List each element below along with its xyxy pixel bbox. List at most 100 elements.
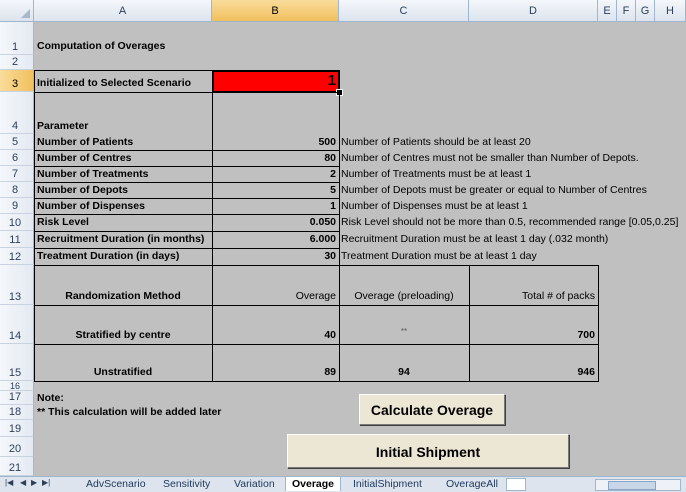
tab-sensitivity[interactable]: Sensitivity [157, 477, 216, 491]
scrollbar-thumb[interactable] [608, 481, 656, 490]
row-header-17[interactable]: 17 [0, 391, 34, 405]
tab-variation[interactable]: Variation [228, 477, 281, 491]
table-col-overage [212, 265, 340, 382]
table-row-preloading: 94 [398, 366, 410, 378]
row-header-11[interactable]: 11 [0, 231, 34, 248]
tab-advscenario[interactable]: AdvScenario [80, 477, 152, 491]
table-col-total [469, 265, 599, 382]
row-number: 6 [11, 152, 19, 164]
row-header-6[interactable]: 6 [0, 150, 34, 166]
row-header-1[interactable]: 1 [0, 22, 34, 55]
param-value[interactable]: 1 [212, 200, 338, 212]
row-number: 4 [11, 120, 19, 132]
param-note: Number of Patients should be at least 20 [341, 136, 531, 148]
table-row-overage: 40 [324, 329, 336, 341]
horizontal-scrollbar[interactable] [595, 479, 681, 491]
column-header-c[interactable]: C [339, 0, 469, 22]
column-header-d[interactable]: D [469, 0, 598, 22]
param-label: Risk Level [37, 216, 89, 228]
row-header-4[interactable]: 4 [0, 92, 34, 134]
param-label: Number of Centres [37, 152, 132, 164]
table-header-method: Randomization Method [65, 290, 181, 302]
param-value[interactable]: 2 [212, 168, 338, 180]
row-header-19[interactable]: 19 [0, 420, 34, 437]
param-value[interactable]: 6.000 [212, 233, 338, 245]
row-number: 12 [8, 251, 22, 263]
table-col-preloading [339, 265, 470, 382]
tab-overageall[interactable]: OverageAll [440, 477, 504, 491]
row-header-8[interactable]: 8 [0, 182, 34, 198]
column-header-h[interactable]: H [655, 0, 686, 22]
param-divider [34, 166, 340, 167]
param-value[interactable]: 500 [212, 136, 338, 148]
prev-sheet-icon[interactable]: ◀ [20, 478, 26, 487]
column-header-f[interactable]: F [617, 0, 636, 22]
row-number: 7 [11, 168, 19, 180]
row-header-16[interactable]: 16 [0, 381, 34, 391]
param-label: Recruitment Duration (in months) [37, 233, 205, 245]
note-label: Note: [37, 392, 64, 404]
param-value[interactable]: 0.050 [212, 216, 338, 228]
row-header-2[interactable]: 2 [0, 55, 34, 70]
calculate-overage-button[interactable]: Calculate Overage [359, 394, 505, 425]
row-number: 8 [11, 184, 19, 196]
param-note: Treatment Duration must be at least 1 da… [341, 250, 537, 262]
param-label: Number of Patients [37, 136, 134, 148]
row-header-21[interactable]: 21 [0, 457, 34, 476]
param-label: Treatment Duration (in days) [37, 250, 180, 262]
note-text: ** This calculation will be added later [37, 406, 222, 418]
row-header-15[interactable]: 15 [0, 344, 34, 381]
row-number: 9 [11, 200, 19, 212]
param-note: Number of Treatments must be at least 1 [341, 168, 532, 180]
row-number: 5 [11, 136, 19, 148]
table-row-total: 946 [577, 366, 595, 378]
param-divider [34, 198, 340, 199]
table-divider [34, 344, 599, 345]
param-value[interactable]: 5 [212, 184, 338, 196]
column-header-b[interactable]: B [212, 0, 339, 22]
row-header-5[interactable]: 5 [0, 134, 34, 150]
param-divider [34, 248, 340, 249]
param-value[interactable]: 30 [212, 250, 338, 262]
row-header-18[interactable]: 18 [0, 405, 34, 420]
initial-shipment-button[interactable]: Initial Shipment [287, 434, 569, 468]
tab-initialshipment[interactable]: InitialShipment [347, 477, 428, 491]
row-number: 20 [8, 443, 22, 455]
column-header-a[interactable]: A [34, 0, 212, 22]
row-header-7[interactable]: 7 [0, 166, 34, 182]
column-header-e[interactable]: E [598, 0, 617, 22]
param-note: Risk Level should not be more than 0.5, … [341, 216, 679, 228]
param-note: Recruitment Duration must be at least 1 … [341, 233, 609, 245]
tab-overage[interactable]: Overage [285, 477, 342, 491]
row-number: 19 [8, 423, 22, 435]
row-number: 1 [11, 41, 19, 53]
next-sheet-icon[interactable]: ▶ [31, 478, 37, 487]
row-number: 3 [11, 78, 19, 90]
table-row-method: Stratified by centre [75, 329, 171, 341]
insert-sheet-icon[interactable] [506, 478, 526, 491]
param-label: Number of Dispenses [37, 200, 145, 212]
row-header-10[interactable]: 10 [0, 214, 34, 231]
row-header-14[interactable]: 14 [0, 305, 34, 344]
param-divider [34, 231, 340, 232]
table-row-method: Unstratified [93, 366, 153, 378]
param-label: Number of Depots [37, 184, 129, 196]
row-header-9[interactable]: 9 [0, 198, 34, 214]
last-sheet-icon[interactable]: ▶| [42, 478, 50, 487]
row-number: 13 [8, 291, 22, 303]
row-header-12[interactable]: 12 [0, 248, 34, 265]
row-number: 16 [9, 381, 20, 391]
param-note: Number of Dispenses must be at least 1 [341, 200, 528, 212]
row-header-13[interactable]: 13 [0, 265, 34, 305]
table-header-overage: Overage [295, 290, 336, 302]
param-value[interactable]: 80 [212, 152, 338, 164]
select-all-corner[interactable] [0, 0, 34, 22]
table-header-preloading: Overage (preloading) [354, 290, 454, 302]
sheet-title: Computation of Overages [37, 40, 166, 52]
row-header-3[interactable]: 3 [0, 70, 34, 92]
column-header-g[interactable]: G [636, 0, 655, 22]
param-header: Parameter [37, 120, 89, 132]
param-divider [34, 150, 340, 151]
first-sheet-icon[interactable]: |◀ [5, 478, 13, 487]
row-header-20[interactable]: 20 [0, 437, 34, 457]
